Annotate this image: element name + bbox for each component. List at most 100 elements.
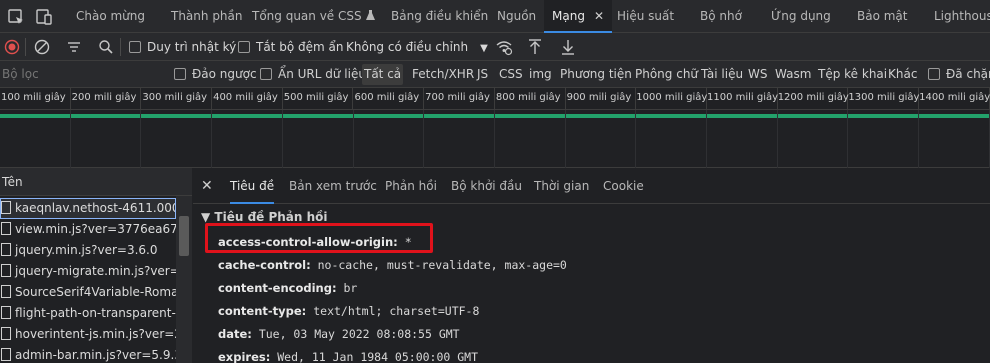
throttling-select[interactable]: Không có điều chỉnh ▼ — [346, 33, 488, 61]
response-header-row: cache-control: no-cache, must-revalidate… — [218, 258, 567, 272]
timeline-tick: 300 mili giây — [141, 88, 213, 110]
timeline-tick: 600 mili giây — [354, 88, 425, 110]
blocked-requests-checkbox[interactable]: Đã chặn — [926, 64, 990, 85]
scrollbar-thumb[interactable] — [179, 216, 189, 256]
panel-tab-7[interactable]: Bộ nhớ — [700, 0, 742, 33]
timeline-tick: 400 mili giây — [212, 88, 283, 110]
filter-input[interactable] — [0, 64, 165, 85]
file-icon — [1, 264, 11, 277]
request-row[interactable]: view.min.js?ver=3776ea678466 — [0, 219, 176, 240]
header-name: content-encoding: — [218, 281, 337, 295]
request-list-scrollbar[interactable] — [176, 196, 192, 363]
panel-tab-6[interactable]: Hiệu suất — [617, 0, 674, 33]
header-value: no-cache, must-revalidate, max-age=0 — [310, 258, 567, 272]
file-icon — [1, 285, 11, 298]
timeline-gridline — [69, 110, 71, 168]
search-icon[interactable] — [98, 39, 114, 55]
request-row[interactable]: jquery-migrate.min.js?ver=3.3.2 — [0, 261, 176, 282]
panel-tab-0[interactable]: Chào mừng — [76, 0, 145, 33]
details-tab-0[interactable]: Tiêu đề — [230, 168, 275, 204]
timeline-ruler: 100 mili giây 200 mili giây 300 mili giây 4… — [0, 88, 990, 110]
filter-type-7[interactable]: Tài liệu — [699, 64, 745, 85]
details-tab-1[interactable]: Bản xem trước — [289, 168, 377, 204]
panel-tab-10[interactable]: Lighthouse — [934, 0, 990, 33]
chevron-down-icon: ▼ — [480, 43, 488, 54]
timeline-tick: 1200 mili giây — [778, 88, 849, 110]
request-row[interactable]: hoverintent-js.min.js?ver=2.2.1 — [0, 324, 176, 345]
timeline-gridline — [211, 110, 213, 168]
record-icon[interactable] — [4, 39, 20, 55]
timeline-gridline — [352, 110, 354, 168]
experiment-flask-icon — [365, 9, 375, 23]
filter-type-3[interactable]: CSS — [497, 64, 525, 85]
timeline-tick: 1100 mili giây — [707, 88, 778, 110]
timeline-tick: 1300 mili giây — [848, 88, 919, 110]
timeline-gridline — [493, 110, 495, 168]
filter-type-1[interactable]: Fetch/XHR — [410, 64, 476, 85]
checkbox-icon — [260, 68, 272, 80]
timeline-gridline — [918, 110, 920, 168]
checkbox-icon — [174, 68, 186, 80]
details-tab-5[interactable]: Cookie — [603, 168, 644, 204]
response-header-row: content-encoding: br — [218, 281, 357, 295]
panel-tab-5[interactable]: Mạng ✕ — [544, 0, 612, 33]
timeline-activity-bar — [0, 114, 990, 118]
timeline-gridline — [564, 110, 566, 168]
filter-type-11[interactable]: Khác — [886, 64, 919, 85]
panel-tab-8[interactable]: Ứng dụng — [771, 0, 831, 33]
details-tabs: ✕ Tiêu đề Bản xem trước Phản hồi Bộ khởi đầ… — [193, 168, 990, 204]
filter-type-8[interactable]: WS — [746, 64, 769, 85]
clear-icon[interactable] — [34, 39, 50, 55]
panel-tab-4[interactable]: Nguồn — [497, 0, 536, 33]
header-name: content-type: — [218, 304, 307, 318]
filter-type-5[interactable]: Phương tiện — [558, 64, 634, 85]
timeline-tick: 200 mili giây — [71, 88, 142, 110]
panel-tab-1[interactable]: Thành phần — [171, 0, 243, 33]
export-har-icon[interactable] — [560, 38, 576, 56]
details-tab-4[interactable]: Thời gian — [534, 168, 589, 204]
preserve-log-checkbox[interactable]: Duy trì nhật ký — [129, 33, 236, 61]
timeline-tick: 900 mili giây — [566, 88, 637, 110]
close-icon[interactable]: ✕ — [201, 168, 213, 204]
timeline-tick: 500 mili giây — [283, 88, 354, 110]
request-row[interactable]: admin-bar.min.js?ver=5.9.3 — [0, 345, 176, 363]
filter-type-4[interactable]: img — [527, 64, 554, 85]
filter-type-2[interactable]: JS — [475, 64, 490, 85]
hide-data-urls-checkbox[interactable]: Ẩn URL dữ liệu — [258, 64, 368, 85]
request-row[interactable]: flight-path-on-transparent-d... — [0, 303, 176, 324]
invert-checkbox[interactable]: Đảo ngược — [172, 64, 259, 85]
response-header-row: content-type: text/html; charset=UTF-8 — [218, 304, 479, 318]
file-icon — [1, 327, 11, 340]
name-column-header[interactable]: Tên — [0, 168, 192, 196]
network-conditions-icon[interactable] — [495, 38, 513, 56]
filter-icon[interactable] — [66, 39, 82, 55]
filter-type-0[interactable]: Tất cả — [362, 64, 404, 85]
inspect-element-icon[interactable] — [6, 7, 26, 27]
response-headers-section[interactable]: ▼ Tiêu đề Phản hồi — [201, 210, 328, 224]
request-row[interactable]: jquery.min.js?ver=3.6.0 — [0, 240, 176, 261]
filter-type-6[interactable]: Phông chữ — [633, 64, 700, 85]
filter-type-10[interactable]: Tệp kê khai — [816, 64, 889, 85]
header-name: expires: — [218, 350, 271, 363]
panel-tab-2[interactable]: Tổng quan về CSS — [252, 0, 375, 33]
close-icon[interactable]: ✕ — [594, 9, 604, 23]
request-row[interactable]: kaeqnlav.nethost-4611.000nethost — [0, 198, 176, 219]
filter-type-9[interactable]: Wasm — [773, 64, 813, 85]
timeline-gridline — [635, 110, 637, 168]
panel-tab-3[interactable]: Bảng điều khiển — [391, 0, 488, 33]
details-tab-2[interactable]: Phản hồi — [385, 168, 437, 204]
response-header-row: expires: Wed, 11 Jan 1984 05:00:00 GMT — [218, 350, 478, 363]
import-har-icon[interactable] — [527, 38, 543, 56]
disable-cache-checkbox[interactable]: Tắt bộ đệm ẩn — [238, 33, 343, 61]
details-tab-3[interactable]: Bộ khởi đầu — [451, 168, 522, 204]
file-icon — [1, 243, 11, 256]
request-list: Tên kaeqnlav.nethost-4611.000nethostview… — [0, 168, 192, 363]
timeline-gridline — [847, 110, 849, 168]
device-toolbar-icon[interactable] — [34, 7, 54, 27]
timeline-gridline — [776, 110, 778, 168]
header-name: date: — [218, 327, 252, 341]
timeline-overview[interactable] — [0, 110, 990, 168]
timeline-gridline — [423, 110, 425, 168]
panel-tab-9[interactable]: Bảo mật — [857, 0, 908, 33]
request-row[interactable]: SourceSerif4Variable-Roman.ttf — [0, 282, 176, 303]
